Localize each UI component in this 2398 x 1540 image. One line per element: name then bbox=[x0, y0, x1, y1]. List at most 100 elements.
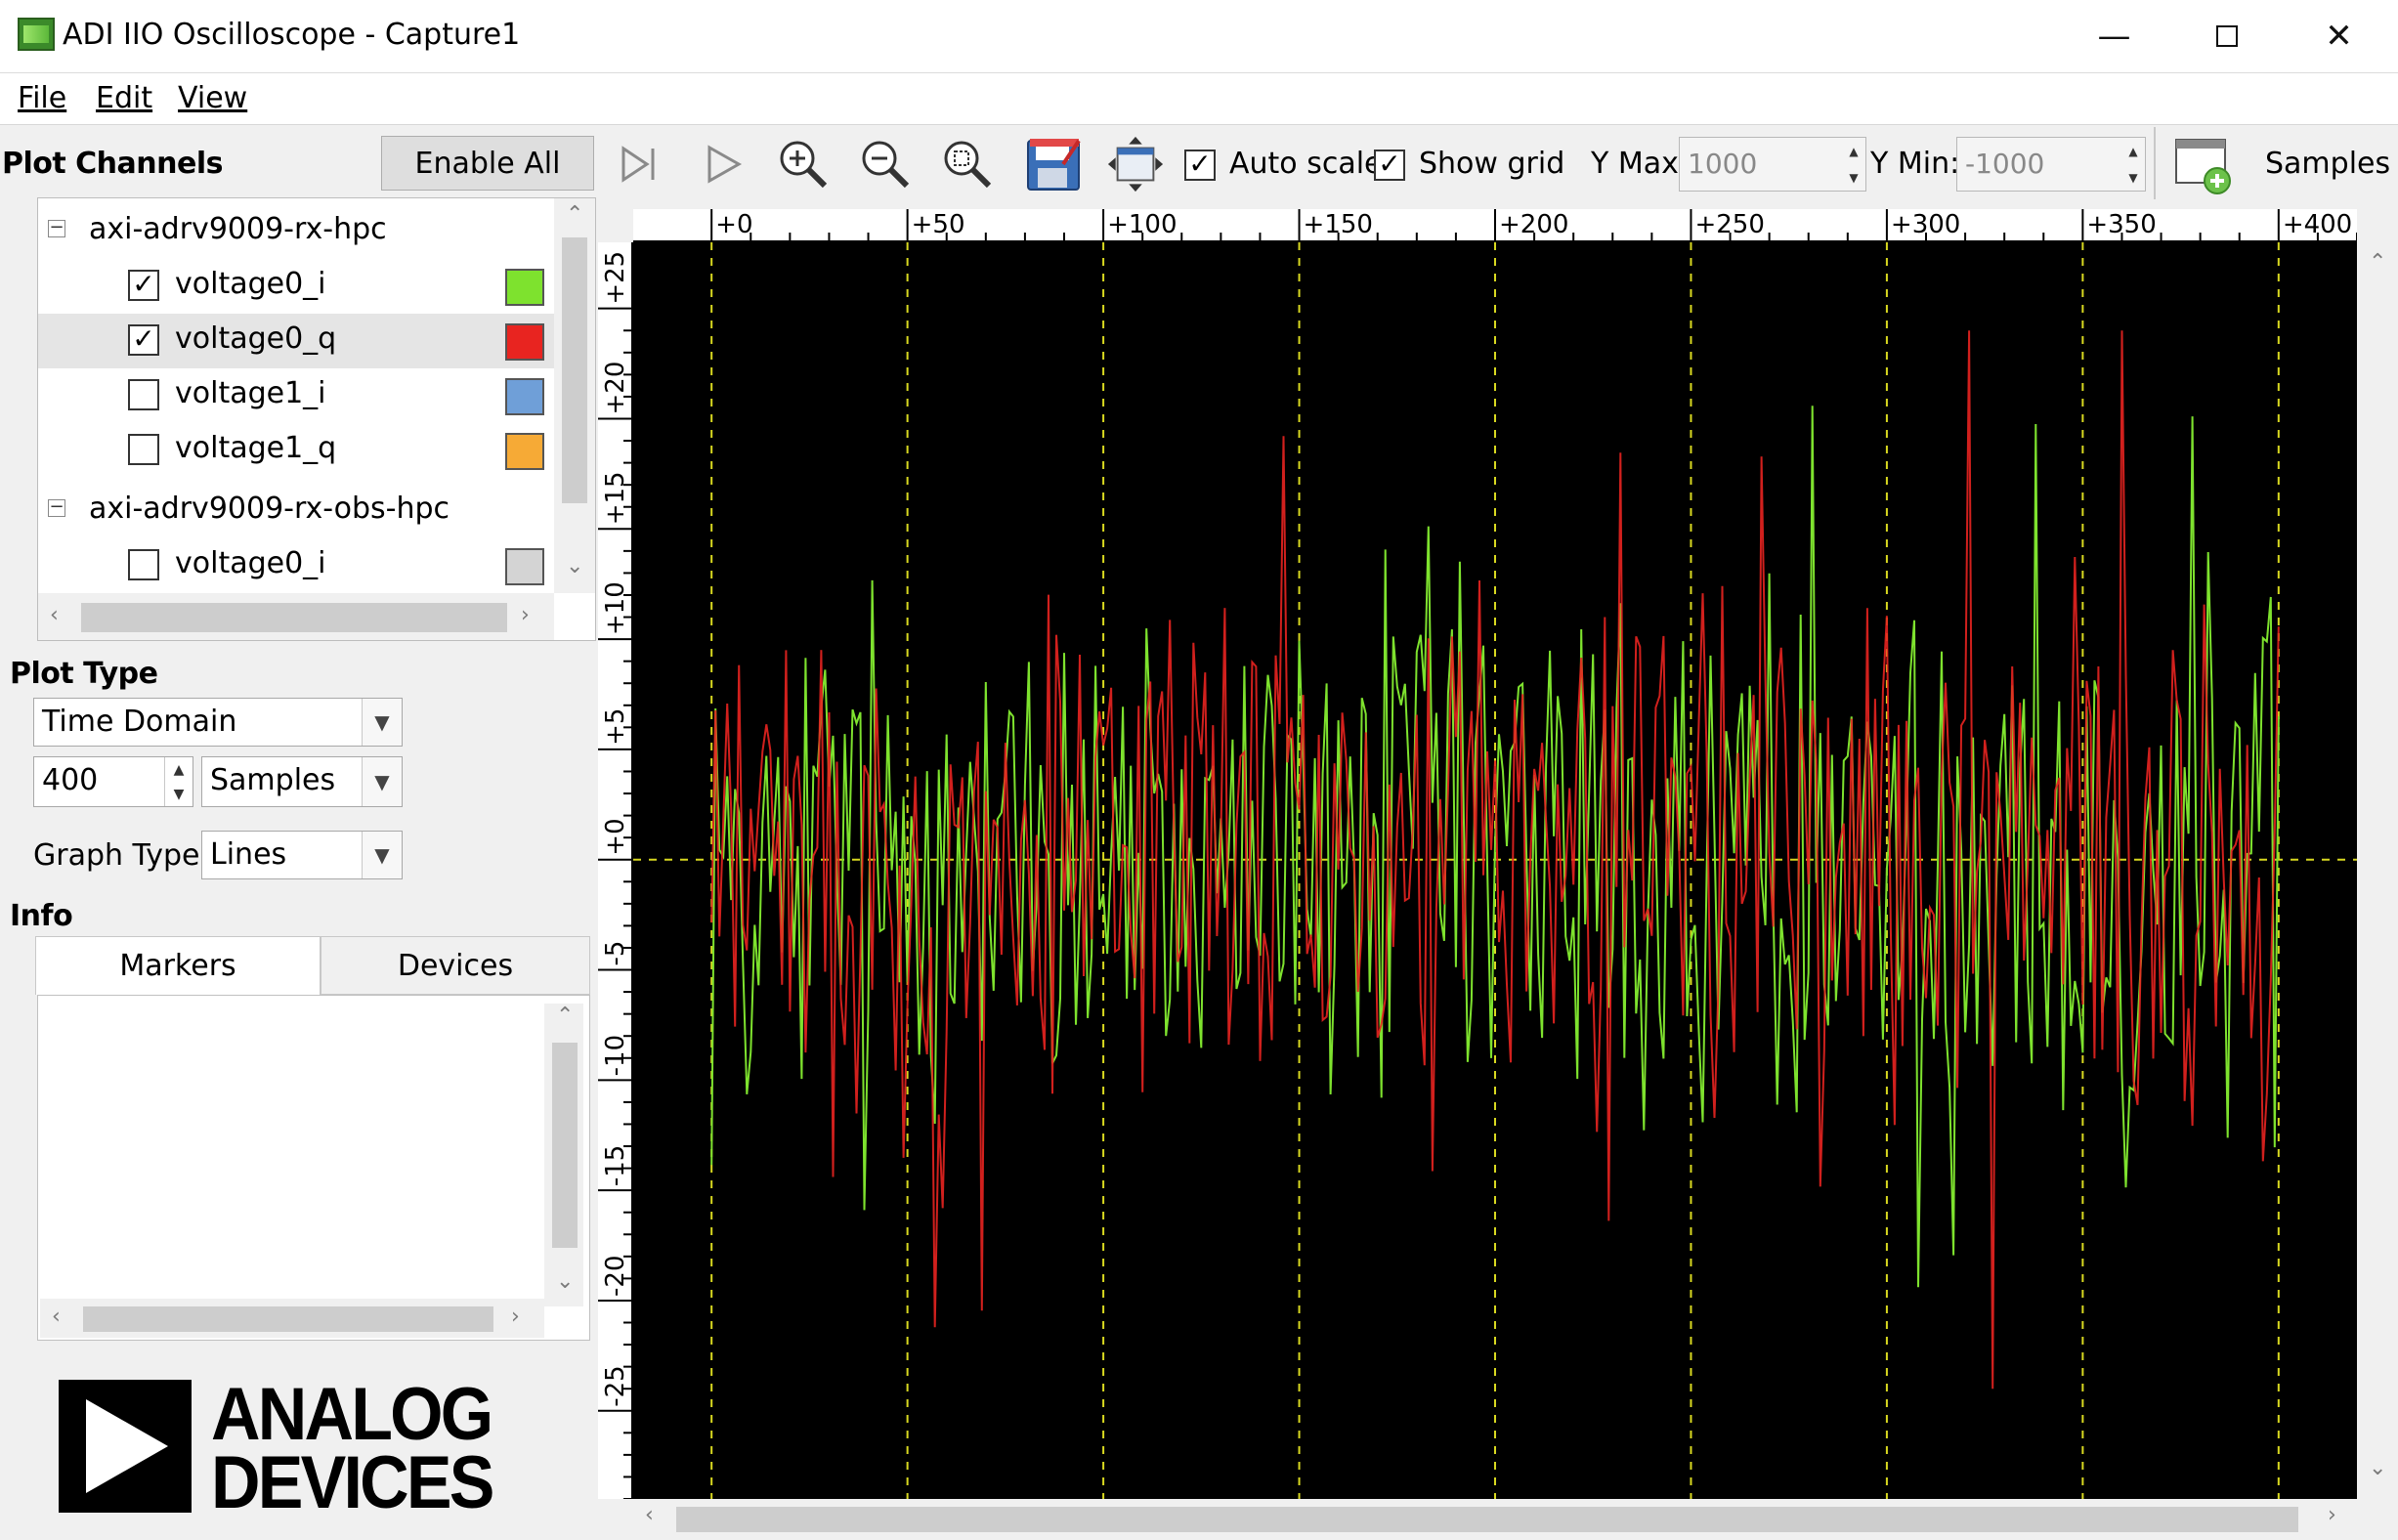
graph-type-label: Graph Type: bbox=[33, 838, 210, 873]
channel-checkbox[interactable] bbox=[128, 379, 159, 410]
plot-channels-heading: Plot Channels bbox=[2, 147, 224, 181]
channel-row[interactable]: ✓ voltage0_q bbox=[38, 314, 554, 368]
scroll-up-icon[interactable]: ⌃ bbox=[556, 1004, 574, 1028]
menu-edit[interactable]: Edit bbox=[96, 81, 152, 115]
scroll-thumb[interactable] bbox=[552, 1043, 578, 1248]
channel-color-swatch[interactable] bbox=[505, 378, 544, 415]
plot-vertical-scrollbar[interactable]: ⌃ ⌄ bbox=[2357, 244, 2398, 1499]
scroll-left-icon[interactable]: ‹ bbox=[50, 603, 59, 627]
step-button[interactable] bbox=[610, 135, 668, 193]
fullscreen-icon bbox=[1107, 136, 1164, 192]
channel-checkbox[interactable] bbox=[128, 434, 159, 465]
scroll-thumb[interactable] bbox=[81, 603, 507, 632]
scroll-left-icon[interactable]: ‹ bbox=[645, 1503, 654, 1527]
y-tick-label: +5 bbox=[601, 708, 630, 746]
channel-checkbox[interactable]: ✓ bbox=[128, 324, 159, 356]
channel-color-swatch[interactable] bbox=[505, 433, 544, 470]
device-row[interactable]: − axi-adrv9009-rx-hpc bbox=[38, 204, 554, 259]
y-tick-label: +15 bbox=[601, 471, 630, 525]
spin-down-icon[interactable]: ▼ bbox=[1842, 164, 1865, 191]
channel-row[interactable]: voltage0_i bbox=[38, 538, 554, 593]
save-button[interactable] bbox=[1024, 135, 1083, 193]
close-button[interactable]: ✕ bbox=[2283, 0, 2395, 72]
scroll-down-icon[interactable]: ⌄ bbox=[556, 1269, 574, 1294]
maximize-button[interactable] bbox=[2170, 0, 2283, 72]
scroll-down-icon[interactable]: ⌄ bbox=[2369, 1456, 2386, 1480]
device-label: axi-adrv9009-rx-obs-hpc bbox=[89, 492, 450, 526]
channel-label: voltage0_i bbox=[175, 546, 326, 580]
scroll-right-icon[interactable]: › bbox=[511, 1305, 520, 1329]
zoom-in-button[interactable] bbox=[774, 135, 833, 193]
scroll-down-icon[interactable]: ⌄ bbox=[566, 554, 583, 578]
plot-type-select[interactable]: Time Domain ▼ bbox=[33, 698, 403, 747]
sample-unit-select[interactable]: Samples ▼ bbox=[201, 756, 403, 807]
chevron-down-icon[interactable]: ▼ bbox=[362, 832, 402, 878]
maximize-icon bbox=[2215, 25, 2238, 47]
spin-up-icon[interactable]: ▲ bbox=[2121, 138, 2145, 164]
spin-up-icon[interactable]: ▲ bbox=[1842, 138, 1865, 164]
channel-tree: − axi-adrv9009-rx-hpc ✓ voltage0_i ✓ vol… bbox=[37, 197, 596, 641]
scroll-left-icon[interactable]: ‹ bbox=[52, 1305, 61, 1329]
spin-down-icon[interactable]: ▼ bbox=[2121, 164, 2145, 191]
tab-markers[interactable]: Markers bbox=[35, 936, 321, 995]
zoom-fit-button[interactable] bbox=[938, 135, 997, 193]
play-button[interactable] bbox=[694, 135, 752, 193]
device-row[interactable]: − axi-adrv9009-rx-obs-hpc bbox=[38, 484, 554, 538]
channel-label: voltage0_i bbox=[175, 267, 326, 301]
scroll-thumb[interactable] bbox=[676, 1507, 2298, 1532]
markers-vertical-scrollbar[interactable]: ⌃ ⌄ bbox=[544, 1004, 583, 1306]
channel-row[interactable]: ✓ voltage0_i bbox=[38, 259, 554, 314]
samples-label: Samples bbox=[2265, 147, 2391, 181]
scroll-thumb[interactable] bbox=[562, 237, 587, 503]
scroll-thumb[interactable] bbox=[83, 1306, 493, 1332]
zoom-out-button[interactable] bbox=[856, 135, 915, 193]
channel-color-swatch[interactable] bbox=[505, 323, 544, 361]
y-tick-label: -20 bbox=[601, 1255, 630, 1296]
channel-row[interactable]: voltage1_i bbox=[38, 368, 554, 423]
plot-horizontal-scrollbar[interactable]: ‹ › bbox=[637, 1499, 2357, 1538]
tree-vertical-scrollbar[interactable]: ⌃ ⌄ bbox=[554, 198, 595, 593]
step-icon bbox=[621, 146, 655, 183]
x-tick-label: +0 bbox=[715, 210, 752, 239]
zoom-in-icon bbox=[780, 141, 828, 189]
chevron-down-icon[interactable]: ▼ bbox=[362, 699, 402, 746]
scroll-up-icon[interactable]: ⌃ bbox=[566, 202, 583, 227]
channel-color-swatch[interactable] bbox=[505, 269, 544, 306]
chevron-down-icon[interactable]: ▼ bbox=[362, 757, 402, 806]
graph-type-select[interactable]: Lines ▼ bbox=[201, 831, 403, 879]
menu-view[interactable]: View bbox=[178, 81, 247, 115]
spin-up-icon[interactable]: ▲ bbox=[164, 757, 193, 782]
close-icon: ✕ bbox=[2325, 17, 2353, 56]
ymin-spinbox[interactable]: -1000 ▲ ▼ bbox=[1956, 137, 2146, 192]
collapse-icon[interactable]: − bbox=[48, 498, 65, 517]
auto-scale-checkbox[interactable]: ✓ bbox=[1184, 150, 1216, 181]
markers-horizontal-scrollbar[interactable]: ‹ › bbox=[40, 1299, 544, 1338]
channel-label: voltage1_i bbox=[175, 376, 326, 410]
oscilloscope-plot[interactable]: +0 +50 +100 +150 +200 +250 +300 +350 +400 +25+20… bbox=[598, 209, 2357, 1499]
tree-horizontal-scrollbar[interactable]: ‹ › bbox=[38, 593, 554, 640]
sample-count-spinbox[interactable]: 400 ▲ ▼ bbox=[33, 756, 193, 807]
graph-type-value: Lines bbox=[210, 837, 287, 872]
scroll-right-icon[interactable]: › bbox=[2328, 1503, 2336, 1527]
sample-unit-value: Samples bbox=[210, 763, 336, 797]
channel-checkbox[interactable]: ✓ bbox=[128, 270, 159, 301]
add-plot-button[interactable] bbox=[2169, 131, 2238, 199]
app-icon bbox=[18, 18, 55, 51]
channel-color-swatch[interactable] bbox=[505, 548, 544, 585]
minimize-button[interactable]: — bbox=[2058, 0, 2170, 72]
device-label: axi-adrv9009-rx-hpc bbox=[89, 212, 387, 246]
menu-file[interactable]: File bbox=[18, 81, 66, 115]
markers-pane: ⌃ ⌄ ‹ › bbox=[37, 995, 590, 1341]
scroll-up-icon[interactable]: ⌃ bbox=[2369, 250, 2386, 275]
tab-devices[interactable]: Devices bbox=[321, 936, 590, 995]
y-tick-label: +25 bbox=[601, 251, 630, 305]
channel-checkbox[interactable] bbox=[128, 549, 159, 580]
ymax-spinbox[interactable]: 1000 ▲ ▼ bbox=[1679, 137, 1866, 192]
show-grid-checkbox[interactable]: ✓ bbox=[1374, 150, 1405, 181]
collapse-icon[interactable]: − bbox=[48, 219, 65, 237]
enable-all-button[interactable]: Enable All bbox=[381, 136, 594, 191]
spin-down-icon[interactable]: ▼ bbox=[164, 782, 193, 806]
scroll-right-icon[interactable]: › bbox=[521, 603, 530, 627]
fullscreen-button[interactable] bbox=[1106, 135, 1165, 193]
channel-row[interactable]: voltage1_q bbox=[38, 423, 554, 478]
